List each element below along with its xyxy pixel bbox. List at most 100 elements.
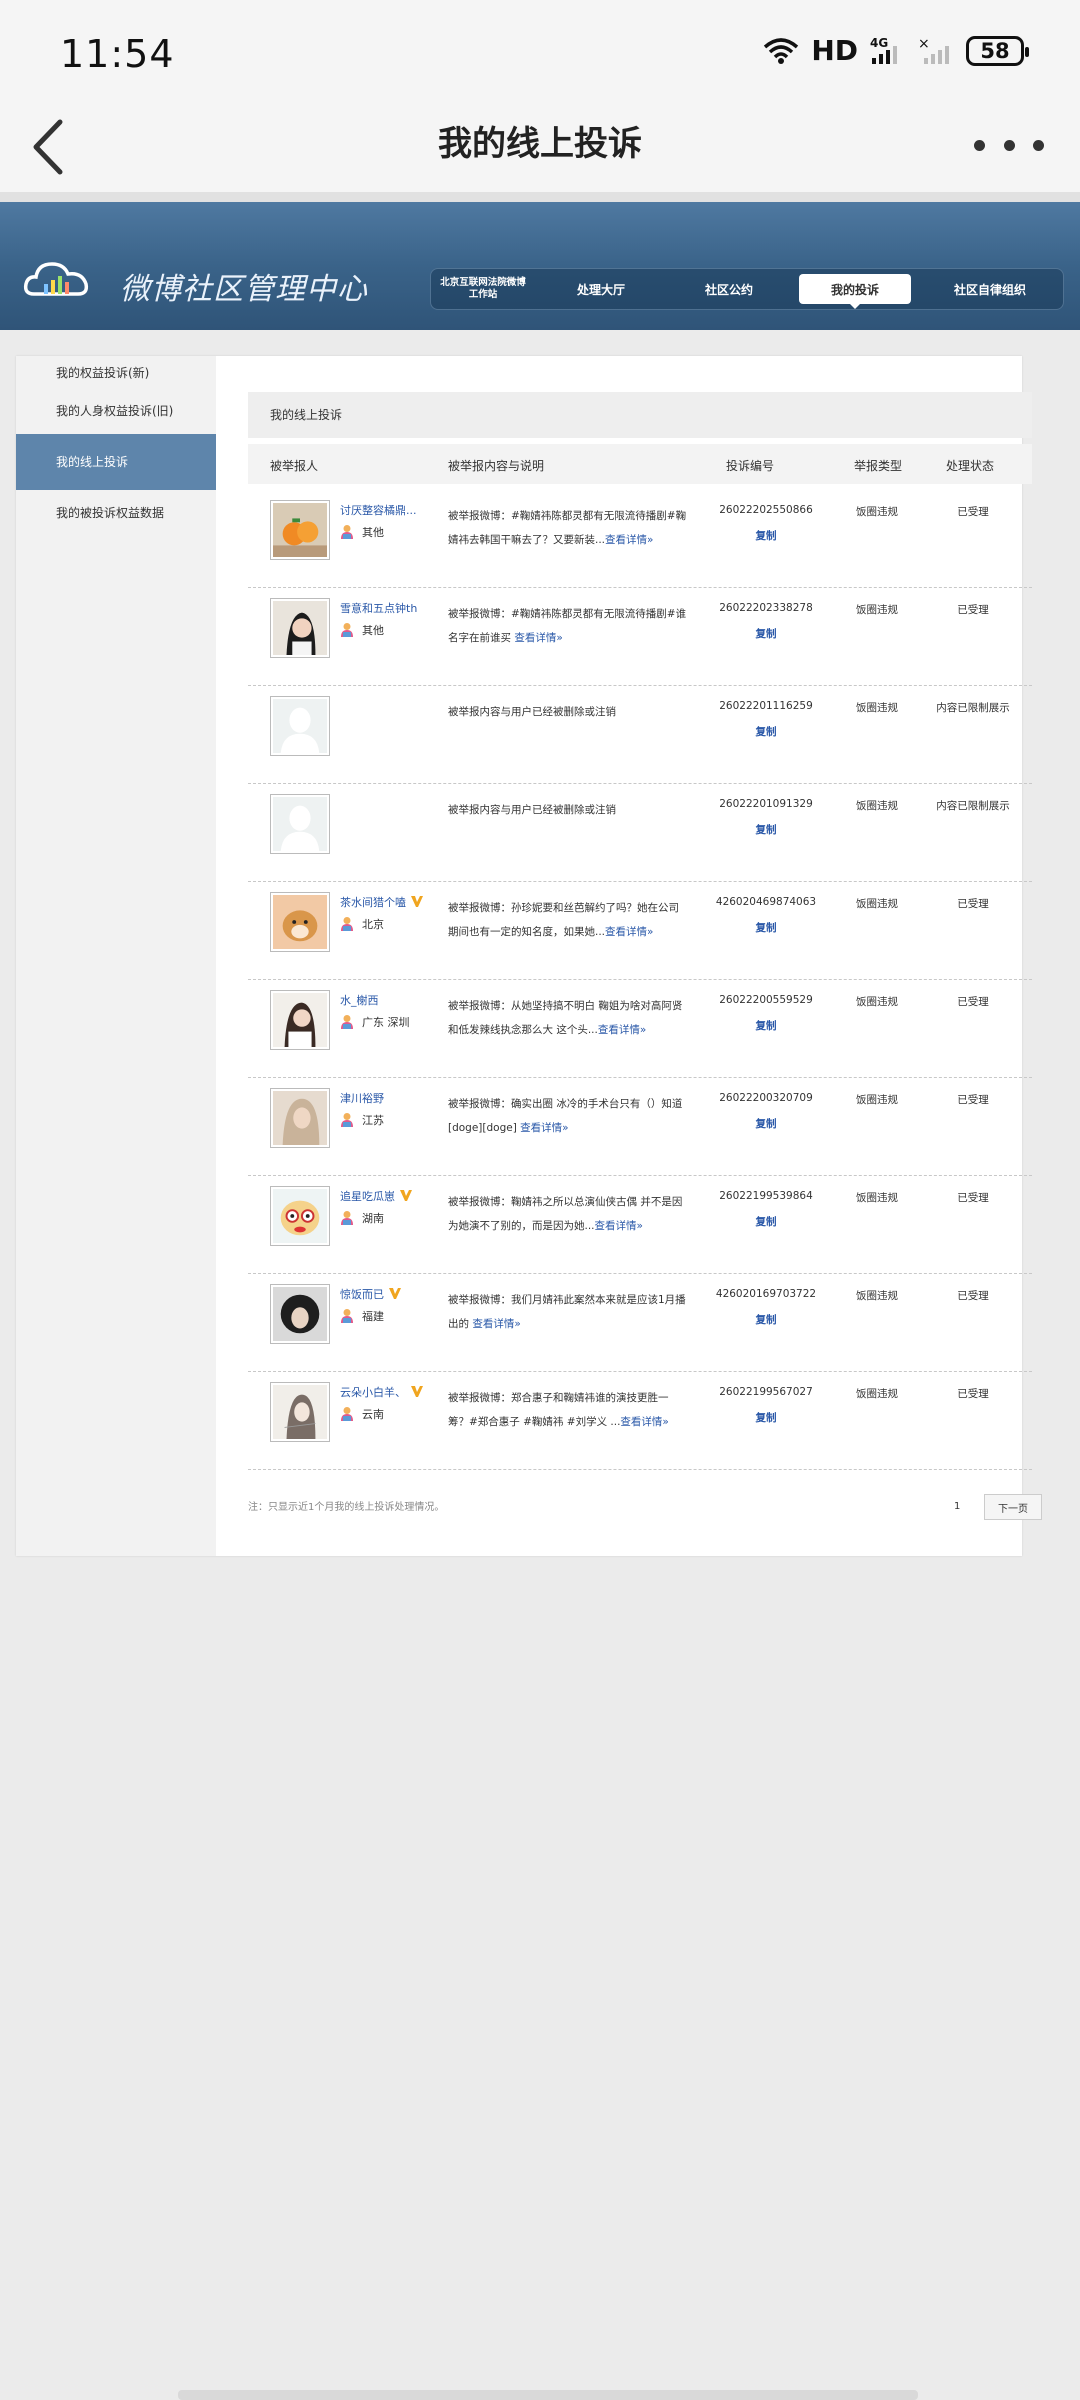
avatar[interactable] xyxy=(270,1088,330,1148)
page-number[interactable]: 1 xyxy=(954,1501,960,1512)
brand-title: 微博社区管理中心 xyxy=(120,272,368,307)
view-details-link[interactable]: 查看详情» xyxy=(605,926,653,938)
user-icon xyxy=(341,525,353,539)
svg-text:4G: 4G xyxy=(870,36,888,50)
processing-status: 已受理 xyxy=(957,1192,989,1204)
complaint-id: 426020169703722 xyxy=(715,1288,817,1300)
tab-court-station[interactable]: 北京互联网法院微博 工作站 xyxy=(431,274,535,304)
table-row: 被举报内容与用户已经被删除或注销 26022201116259 复制 饭圈违规 内容已限… xyxy=(248,686,1032,784)
verified-badge-icon xyxy=(411,1386,423,1397)
user-location: 广东 深圳 xyxy=(362,1016,410,1029)
report-type: 饭圈违规 xyxy=(856,800,898,812)
copy-button[interactable]: 复制 xyxy=(700,528,832,543)
verified-badge-icon xyxy=(400,1190,412,1201)
sidebar-item-rights-new[interactable]: 我的权益投诉(新) xyxy=(16,364,216,381)
table-row: 被举报内容与用户已经被删除或注销 26022201091329 复制 饭圈违规 内容已限… xyxy=(248,784,1032,882)
copy-button[interactable]: 复制 xyxy=(700,1018,832,1033)
view-details-link[interactable]: 查看详情» xyxy=(595,1220,643,1232)
report-type: 饭圈违规 xyxy=(856,898,898,910)
hd-indicator: HD xyxy=(811,34,858,67)
column-header-complaint-id: 投诉编号 xyxy=(726,459,775,473)
copy-button[interactable]: 复制 xyxy=(700,920,832,935)
reported-user-name[interactable]: 讨厌整容橘鼎... xyxy=(340,502,417,518)
avatar[interactable] xyxy=(270,990,330,1050)
avatar[interactable] xyxy=(270,892,330,952)
reported-user-name[interactable]: 云朵小白羊、 xyxy=(340,1384,424,1400)
copy-button[interactable]: 复制 xyxy=(700,1214,832,1229)
complaint-description: 被举报微博：郑合惠子和鞠婧祎谁的演技更胜一筹？#郑合惠子 #鞠婧祎 #刘学义 .… xyxy=(448,1386,688,1434)
table-row: 追星吃瓜崽湖南 被举报微博：鞠婧祎之所以总演仙侠古偶 并不是因为她演不了别的，而是… xyxy=(248,1176,1032,1274)
avatar[interactable] xyxy=(270,1284,330,1344)
complaint-id: 26022201116259 xyxy=(719,700,813,712)
copy-button[interactable]: 复制 xyxy=(700,1116,832,1131)
reported-user-name[interactable]: 追星吃瓜崽 xyxy=(340,1188,413,1204)
user-location: 其他 xyxy=(362,526,384,539)
description-text: 被举报内容与用户已经被删除或注销 xyxy=(448,804,616,816)
user-name-text[interactable]: 水_榭西 xyxy=(340,994,379,1007)
next-page-button[interactable]: 下一页 xyxy=(984,1494,1042,1520)
user-name-text[interactable]: 茶水间猎个嗑 xyxy=(340,896,406,909)
user-location: 湖南 xyxy=(362,1212,384,1225)
user-name-text[interactable]: 惊饭而已 xyxy=(340,1288,384,1301)
copy-button[interactable]: 复制 xyxy=(700,626,832,641)
more-options-icon[interactable] xyxy=(974,130,1044,160)
sidebar: 我的权益投诉(新) 我的人身权益投诉(旧) 我的线上投诉 我的被投诉权益数据 xyxy=(16,356,216,1556)
report-type: 饭圈违规 xyxy=(856,996,898,1008)
view-details-link[interactable]: 查看详情» xyxy=(620,1416,668,1428)
complaint-description: 被举报微博：#鞠婧祎陈都灵都有无限流待播剧#鞠婧祎去韩国干嘛去了？又要新装...… xyxy=(448,504,688,552)
user-name-text[interactable]: 讨厌整容橘鼎... xyxy=(340,504,417,517)
avatar[interactable] xyxy=(270,696,330,756)
sidebar-item-personal-rights-old[interactable]: 我的人身权益投诉(旧) xyxy=(16,402,216,419)
tab-self-discipline-org[interactable]: 社区自律组织 xyxy=(919,274,1061,304)
main-content: 我的线上投诉 被举报人 被举报内容与说明 投诉编号 举报类型 处理状态 讨厌整容… xyxy=(248,392,1032,1470)
sidebar-item-complained-data[interactable]: 我的被投诉权益数据 xyxy=(16,504,216,521)
verified-badge-icon xyxy=(389,1288,401,1299)
user-name-text[interactable]: 雪意和五点钟th xyxy=(340,602,417,615)
tab-processing-hall[interactable]: 处理大厅 xyxy=(535,274,667,304)
page-title: 我的线上投诉 xyxy=(438,124,642,164)
user-name-text[interactable]: 云朵小白羊、 xyxy=(340,1386,406,1399)
reported-user-name[interactable]: 水_榭西 xyxy=(340,992,379,1008)
svg-text:×: × xyxy=(918,36,930,52)
user-icon xyxy=(341,917,353,931)
complaint-description: 被举报内容与用户已经被删除或注销 xyxy=(448,798,688,822)
avatar[interactable] xyxy=(270,1382,330,1442)
reported-user-name[interactable]: 雪意和五点钟th xyxy=(340,600,417,616)
complaint-description: 被举报微博：从她坚持搞不明白 鞠姐为啥对高阿贤和低发辣线执念那么大 这个头...… xyxy=(448,994,688,1042)
user-icon xyxy=(341,623,353,637)
user-name-text[interactable]: 津川裕野 xyxy=(340,1092,384,1105)
copy-button[interactable]: 复制 xyxy=(700,822,832,837)
signal-4g-icon: 4G xyxy=(870,36,897,64)
view-details-link[interactable]: 查看详情» xyxy=(472,1318,520,1330)
avatar[interactable] xyxy=(270,500,330,560)
reported-user-name[interactable]: 茶水间猎个嗑 xyxy=(340,894,424,910)
user-name-text[interactable]: 追星吃瓜崽 xyxy=(340,1190,395,1203)
tab-my-complaints[interactable]: 我的投诉 xyxy=(799,274,911,309)
status-bar: 11:54 HD 4G × 58 xyxy=(0,0,1080,108)
view-details-link[interactable]: 查看详情» xyxy=(520,1122,568,1134)
complaint-description: 被举报微博：鞠婧祎之所以总演仙侠古偶 并不是因为她演不了别的，而是因为她...查… xyxy=(448,1190,688,1238)
table-row: 茶水间猎个嗑 北京 被举报微博：孙珍妮要和丝芭解约了吗？她在公司期间也有一定的知名度… xyxy=(248,882,1032,980)
table-row: 津川裕野江苏 被举报微博：确实出圈 冰冷的手术台只有（）知道[doge][doge… xyxy=(248,1078,1032,1176)
report-type: 饭圈违规 xyxy=(856,1388,898,1400)
signal-no-sim-icon: × xyxy=(918,36,949,64)
view-details-link[interactable]: 查看详情» xyxy=(605,534,653,546)
avatar[interactable] xyxy=(270,598,330,658)
user-location: 福建 xyxy=(362,1310,384,1323)
complaint-description: 被举报微博：我们月婧祎此案然本来就是应该1月播出的 查看详情» xyxy=(448,1288,688,1336)
user-location: 江苏 xyxy=(362,1114,384,1127)
avatar[interactable] xyxy=(270,1186,330,1246)
reported-user-name[interactable]: 津川裕野 xyxy=(340,1090,384,1106)
reported-user-name[interactable]: 惊饭而已 xyxy=(340,1286,402,1302)
copy-button[interactable]: 复制 xyxy=(700,1312,832,1327)
copy-button[interactable]: 复制 xyxy=(700,724,832,739)
copy-button[interactable]: 复制 xyxy=(700,1410,832,1425)
complaint-description: 被举报微博：确实出圈 冰冷的手术台只有（）知道[doge][doge] 查看详情… xyxy=(448,1092,688,1140)
sidebar-item-online-complaints[interactable]: 我的线上投诉 xyxy=(16,434,216,490)
user-icon xyxy=(341,1407,353,1421)
view-details-link[interactable]: 查看详情» xyxy=(598,1024,646,1036)
view-details-link[interactable]: 查看详情» xyxy=(514,632,562,644)
avatar[interactable] xyxy=(270,794,330,854)
tab-community-rules[interactable]: 社区公约 xyxy=(667,274,791,304)
status-icons: HD 4G × 58 xyxy=(763,34,1029,67)
